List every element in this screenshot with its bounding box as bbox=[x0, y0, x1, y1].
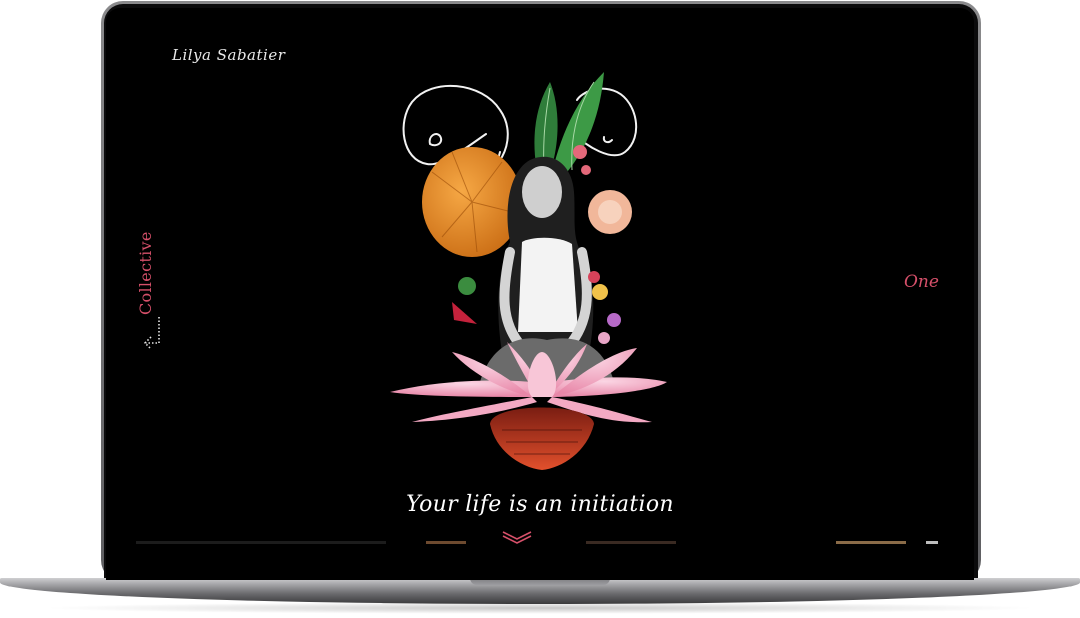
website-screen: Lilya Sabatier Collective One Your life … bbox=[106, 8, 974, 580]
dotted-arrow-left-icon bbox=[143, 317, 160, 350]
strip-segment bbox=[926, 541, 938, 544]
strip-segment bbox=[136, 541, 386, 544]
strip-segment bbox=[836, 541, 906, 544]
bottom-image-strip bbox=[136, 541, 946, 544]
nav-one-link[interactable]: One bbox=[904, 272, 939, 292]
hero-tagline: Your life is an initiation bbox=[406, 492, 674, 517]
site-logo[interactable]: Lilya Sabatier bbox=[172, 46, 285, 64]
strip-segment bbox=[586, 541, 676, 544]
hero-collage-image bbox=[390, 72, 667, 470]
nav-collective-label: Collective bbox=[136, 231, 155, 315]
nav-collective-link[interactable]: Collective bbox=[128, 231, 168, 350]
strip-segment bbox=[426, 541, 466, 544]
